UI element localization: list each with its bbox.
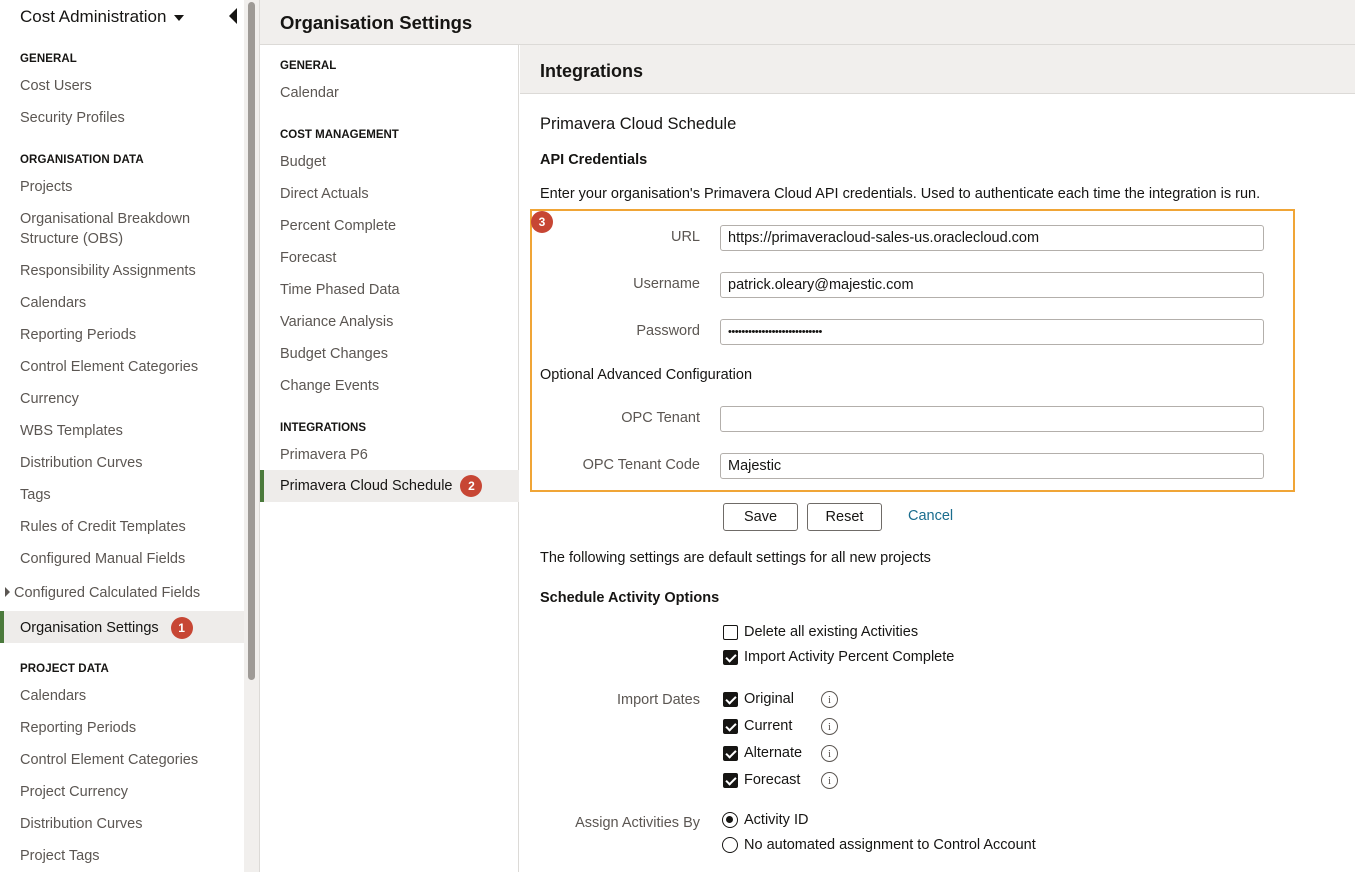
info-icon[interactable]: i [821, 691, 838, 708]
sidebar-item-responsibility-assignments[interactable]: Responsibility Assignments [20, 261, 196, 281]
sidebar-item-configured-manual-fields[interactable]: Configured Manual Fields [20, 549, 185, 569]
page-title: Organisation Settings [280, 12, 473, 33]
nav-item-primavera-p6[interactable]: Primavera P6 [280, 445, 368, 465]
nav-item-variance-analysis[interactable]: Variance Analysis [280, 312, 393, 332]
sidebar-item-security-profiles[interactable]: Security Profiles [20, 108, 125, 128]
nav-item-direct-actuals[interactable]: Direct Actuals [280, 184, 369, 204]
sidebar-item-project-calendars[interactable]: Calendars [20, 686, 86, 706]
sidebar-item-reporting-periods[interactable]: Reporting Periods [20, 325, 136, 345]
sidebar-item-cost-users[interactable]: Cost Users [20, 76, 92, 96]
info-icon[interactable]: i [821, 772, 838, 789]
username-label: Username [633, 276, 700, 292]
sidebar-item-project-control-element-categories[interactable]: Control Element Categories [20, 750, 198, 770]
page-header: Organisation Settings [260, 0, 1355, 45]
original-label: Original [744, 691, 794, 707]
sidebar-item-obs[interactable]: Organisational Breakdown Structure (OBS) [20, 209, 220, 249]
nav-item-percent-complete[interactable]: Percent Complete [280, 216, 396, 236]
reset-button[interactable]: Reset [807, 503, 882, 531]
password-label: Password [636, 323, 700, 339]
section-title: Integrations [540, 61, 644, 81]
expand-icon[interactable] [5, 587, 10, 597]
alternate-checkbox[interactable] [723, 746, 738, 761]
no-assignment-radio[interactable] [722, 837, 738, 853]
url-field[interactable] [720, 225, 1264, 251]
section-header: Integrations [520, 45, 1355, 94]
sidebar-item-organisation-settings[interactable]: Organisation Settings 1 [0, 611, 244, 643]
highlight-box [530, 209, 1295, 492]
api-description: Enter your organisation's Primavera Clou… [540, 186, 1261, 202]
opc-tenant-field[interactable] [720, 406, 1264, 432]
delete-activities-checkbox[interactable] [723, 625, 738, 640]
section-integrations: INTEGRATIONS [280, 422, 367, 434]
app-switcher[interactable]: Cost Administration [20, 7, 185, 27]
sidebar-item-wbs-templates[interactable]: WBS Templates [20, 421, 123, 441]
app-title: Cost Administration [20, 7, 167, 26]
original-checkbox[interactable] [723, 692, 738, 707]
section-general: GENERAL [280, 60, 337, 72]
nav-item-budget[interactable]: Budget [280, 152, 326, 172]
defaults-note: The following settings are default setti… [540, 550, 931, 566]
nav-item-change-events[interactable]: Change Events [280, 376, 379, 396]
sidebar-scrollbar[interactable] [244, 0, 260, 872]
sidebar-item-projects[interactable]: Projects [20, 177, 72, 197]
step-badge: 2 [460, 475, 483, 497]
opc-tenant-label: OPC Tenant [621, 410, 700, 426]
sidebar: Cost Administration GENERAL Cost Users S… [0, 0, 244, 872]
section-project-data: PROJECT DATA [20, 663, 109, 675]
integration-title: Primavera Cloud Schedule [540, 115, 737, 133]
username-field[interactable] [720, 272, 1264, 298]
password-field[interactable] [720, 319, 1264, 345]
activity-id-label: Activity ID [744, 812, 809, 828]
chevron-down-icon [174, 14, 185, 21]
sidebar-item-project-reporting-periods[interactable]: Reporting Periods [20, 718, 136, 738]
nav-item-budget-changes[interactable]: Budget Changes [280, 344, 388, 364]
alternate-label: Alternate [744, 745, 803, 761]
schedule-options-heading: Schedule Activity Options [540, 590, 720, 606]
sidebar-item-project-currency[interactable]: Project Currency [20, 782, 128, 802]
step-badge: 1 [170, 617, 193, 639]
opc-tenant-code-field[interactable] [720, 453, 1264, 479]
current-checkbox[interactable] [723, 719, 738, 734]
save-button[interactable]: Save [723, 503, 798, 531]
section-organisation-data: ORGANISATION DATA [20, 154, 144, 166]
nav-item-label: Primavera Cloud Schedule [280, 478, 453, 494]
nav-item-calendar[interactable]: Calendar [280, 83, 339, 103]
delete-activities-label: Delete all existing Activities [744, 624, 919, 640]
scrollbar-thumb[interactable] [248, 2, 255, 680]
forecast-label: Forecast [744, 772, 801, 788]
import-percent-checkbox[interactable] [723, 650, 738, 665]
nav-item-primavera-cloud-schedule[interactable]: Primavera Cloud Schedule 2 [260, 470, 519, 502]
import-dates-label: Import Dates [617, 692, 700, 708]
no-assignment-label: No automated assignment to Control Accou… [744, 837, 1036, 853]
sidebar-item-label: Organisation Settings [20, 620, 159, 636]
sidebar-item-currency[interactable]: Currency [20, 389, 79, 409]
sidebar-item-tags[interactable]: Tags [20, 485, 51, 505]
api-credentials-heading: API Credentials [540, 152, 648, 168]
current-label: Current [744, 718, 793, 734]
url-label: URL [670, 229, 700, 245]
activity-id-radio[interactable] [722, 812, 738, 828]
info-icon[interactable]: i [821, 718, 838, 735]
nav-item-time-phased-data[interactable]: Time Phased Data [280, 280, 400, 300]
import-percent-label: Import Activity Percent Complete [744, 649, 955, 665]
sidebar-item-distribution-curves[interactable]: Distribution Curves [20, 453, 143, 473]
sidebar-item-calendars[interactable]: Calendars [20, 293, 86, 313]
sidebar-item-rules-of-credit[interactable]: Rules of Credit Templates [20, 517, 186, 537]
section-cost-management: COST MANAGEMENT [280, 129, 399, 141]
settings-nav: GENERAL Calendar COST MANAGEMENT Budget … [260, 45, 519, 872]
assign-activities-label: Assign Activities By [575, 815, 700, 831]
info-icon[interactable]: i [821, 745, 838, 762]
optional-config-heading: Optional Advanced Configuration [540, 367, 753, 383]
sidebar-item-control-element-categories[interactable]: Control Element Categories [20, 357, 198, 377]
sidebar-item-project-distribution-curves[interactable]: Distribution Curves [20, 814, 143, 834]
nav-item-forecast[interactable]: Forecast [280, 248, 336, 268]
cancel-link[interactable]: Cancel [908, 508, 953, 524]
section-general: GENERAL [20, 53, 77, 65]
opc-tenant-code-label: OPC Tenant Code [582, 457, 700, 473]
sidebar-item-project-tags[interactable]: Project Tags [20, 846, 100, 866]
collapse-sidebar-icon[interactable] [229, 8, 237, 24]
forecast-checkbox[interactable] [723, 773, 738, 788]
main-content: Integrations Primavera Cloud Schedule AP… [520, 45, 1355, 872]
sidebar-item-configured-calculated-fields[interactable]: Configured Calculated Fields [14, 583, 200, 603]
